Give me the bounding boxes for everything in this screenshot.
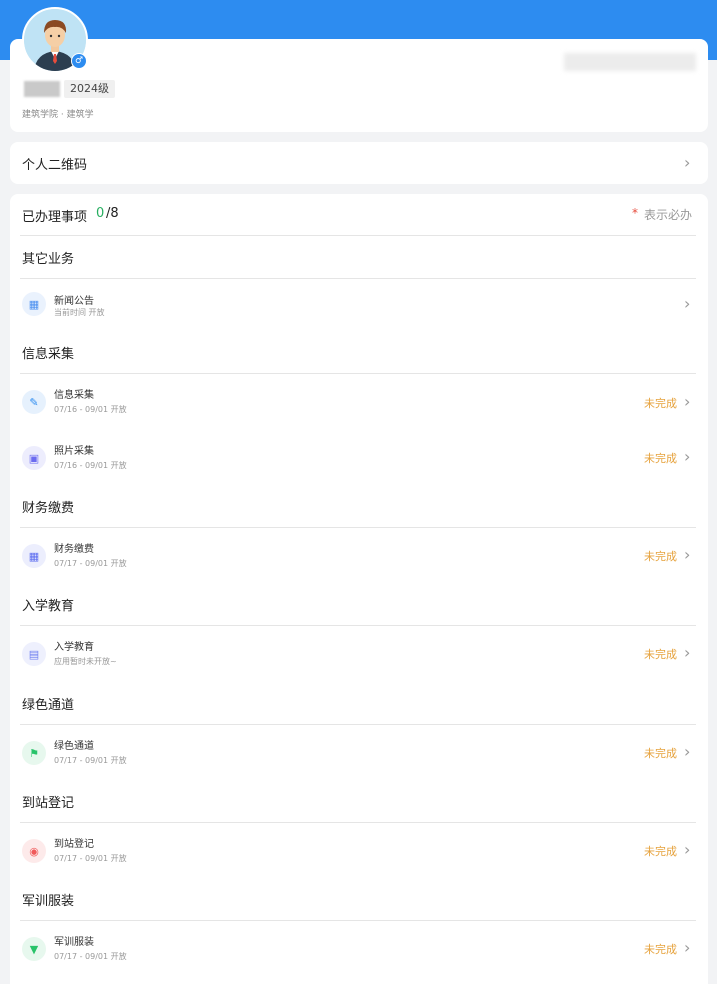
required-asterisk: *: [632, 206, 638, 220]
section-title-other: 其它业务: [22, 252, 75, 267]
list-item-arrival[interactable]: ◉ 到站登记 07/17 - 09/01 开放 未完成 ›: [10, 823, 708, 879]
item-name: 信息采集: [54, 390, 94, 401]
tasks-card: 已办理事项 0 /8 * 表示必办 其它业务 ▦ 新闻公告 当前时间 开放 › …: [10, 194, 708, 984]
list-item-news[interactable]: ▦ 新闻公告 当前时间 开放 ›: [10, 279, 708, 329]
item-name: 财务缴费: [54, 544, 94, 555]
section-title-orientation: 入学教育: [22, 599, 75, 614]
status-badge: 未完成: [644, 550, 677, 563]
status-badge: 未完成: [644, 845, 677, 858]
chevron-right-icon: ›: [684, 938, 691, 957]
item-subtitle: 07/16 - 09/01 开放: [54, 405, 127, 414]
section-title-green-channel: 绿色通道: [22, 698, 75, 713]
item-subtitle: 07/17 - 09/01 开放: [54, 952, 127, 961]
blurred-student-info: [564, 53, 696, 71]
qr-code-row[interactable]: 个人二维码 ›: [10, 142, 708, 184]
item-subtitle: 07/16 - 09/01 开放: [54, 461, 127, 470]
male-gender-icon: ♂: [71, 53, 87, 69]
item-name: 新闻公告: [54, 296, 94, 307]
chevron-right-icon: ›: [684, 643, 691, 662]
flag-icon: ⚑: [22, 741, 46, 765]
item-subtitle: 07/17 - 09/01 开放: [54, 559, 127, 568]
list-item-finance[interactable]: ▦ 财务缴费 07/17 - 09/01 开放 未完成 ›: [10, 528, 708, 584]
item-name: 军训服装: [54, 937, 94, 948]
map-pin-icon: ◉: [22, 839, 46, 863]
section-title-finance: 财务缴费: [22, 501, 75, 516]
item-name: 到站登记: [54, 839, 94, 850]
grid-icon: ▦: [22, 292, 46, 316]
divider: [20, 235, 696, 236]
tasks-total-count: /8: [106, 206, 119, 221]
required-note: 表示必办: [644, 208, 693, 222]
item-subtitle: 当前时间 开放: [54, 308, 105, 317]
tasks-title: 已办理事项: [22, 210, 88, 225]
status-badge: 未完成: [644, 943, 677, 956]
item-subtitle: 07/17 - 09/01 开放: [54, 756, 127, 765]
chevron-right-icon: ›: [684, 840, 691, 859]
status-badge: 未完成: [644, 397, 677, 410]
item-subtitle: 07/17 - 09/01 开放: [54, 854, 127, 863]
shirt-icon: ▼: [22, 937, 46, 961]
chevron-right-icon: ›: [684, 392, 691, 411]
section-title-info-collection: 信息采集: [22, 347, 75, 362]
image-icon: ▣: [22, 446, 46, 470]
chevron-right-icon: ›: [684, 742, 691, 761]
list-item-uniform[interactable]: ▼ 军训服装 07/17 - 09/01 开放 未完成 ›: [10, 921, 708, 977]
tasks-done-count: 0: [96, 206, 105, 221]
blurred-student-name: [24, 81, 60, 97]
item-name: 入学教育: [54, 642, 94, 653]
edit-icon: ✎: [22, 390, 46, 414]
list-item-green-channel[interactable]: ⚑ 绿色通道 07/17 - 09/01 开放 未完成 ›: [10, 725, 708, 781]
chevron-right-icon: ›: [684, 545, 691, 564]
list-item-orientation[interactable]: ▤ 入学教育 应用暂时未开放~ 未完成 ›: [10, 626, 708, 682]
item-subtitle: 应用暂时未开放~: [54, 657, 117, 666]
item-name: 绿色通道: [54, 741, 94, 752]
department-text: 建筑学院 · 建筑学: [22, 110, 94, 120]
book-icon: ▤: [22, 642, 46, 666]
status-badge: 未完成: [644, 747, 677, 760]
chevron-right-icon: ›: [684, 153, 691, 172]
status-badge: 未完成: [644, 648, 677, 661]
chevron-right-icon: ›: [684, 447, 691, 466]
chevron-right-icon: ›: [684, 294, 691, 313]
list-item-info-collection[interactable]: ✎ 信息采集 07/16 - 09/01 开放 未完成 ›: [10, 374, 708, 428]
grade-tag: 2024级: [64, 80, 115, 98]
status-badge: 未完成: [644, 452, 677, 465]
grid-icon: ▦: [22, 544, 46, 568]
section-title-arrival: 到站登记: [22, 796, 75, 811]
item-name: 照片采集: [54, 446, 94, 457]
tasks-header: 已办理事项 0 /8 * 表示必办: [10, 194, 708, 235]
list-item-photo-collection[interactable]: ▣ 照片采集 07/16 - 09/01 开放 未完成 ›: [10, 428, 708, 484]
qr-code-label: 个人二维码: [22, 158, 88, 173]
section-title-uniform: 军训服装: [22, 894, 75, 909]
profile-card: ♂ 2024级 建筑学院 · 建筑学: [10, 7, 708, 132]
